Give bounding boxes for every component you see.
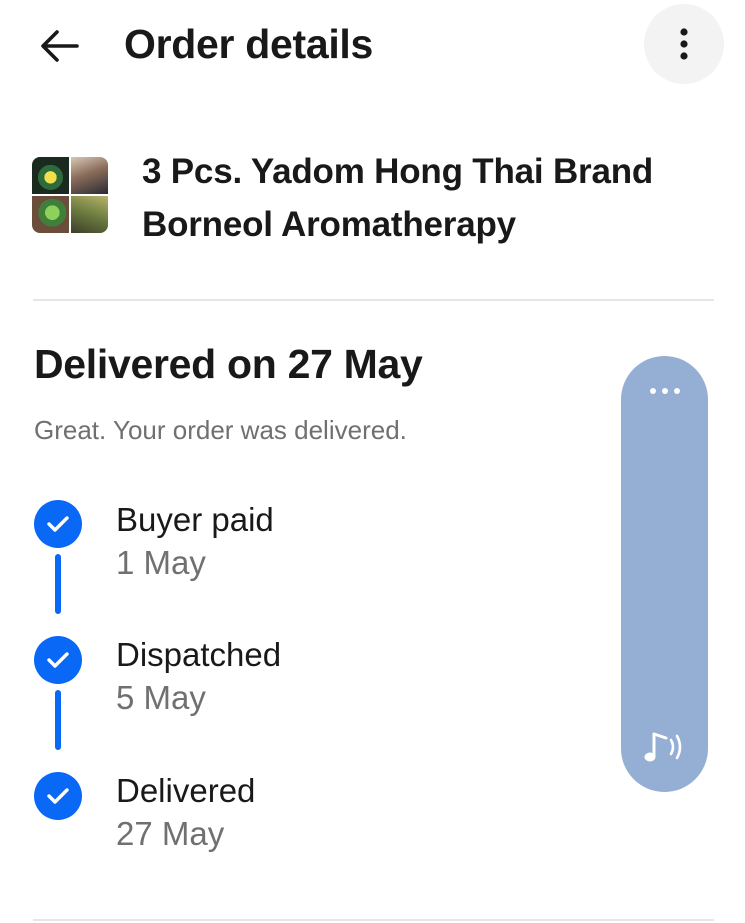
item-title-line: Borneol Aromatherapy	[142, 205, 516, 244]
timeline-connector	[55, 690, 61, 750]
divider	[33, 919, 714, 921]
delivery-status-heading: Delivered on 27 May	[34, 341, 423, 387]
delivery-status-message: Great. Your order was delivered.	[34, 415, 407, 445]
timeline-step-label: Delivered	[116, 772, 256, 809]
timeline-step-label: Dispatched	[116, 636, 282, 673]
item-title-line: 3 Pcs. Yadom Hong Thai Brand	[142, 152, 654, 191]
top-app-bar: Order details	[0, 0, 745, 90]
timeline-connector	[55, 554, 61, 614]
order-timeline: Buyer paid 1 May Dispatched 5 May Delive…	[0, 490, 600, 870]
timeline-step-date: 27 May	[116, 815, 225, 852]
back-button[interactable]	[36, 24, 82, 68]
thumbnail-tile	[32, 157, 69, 194]
music-note-sound-icon[interactable]	[638, 724, 690, 770]
order-item[interactable]: 3 Pcs. Yadom Hong Thai Brand Borneol Aro…	[32, 145, 722, 255]
arrow-left-icon	[41, 30, 79, 62]
thumbnail-tile	[71, 196, 108, 233]
check-circle-icon	[34, 500, 82, 548]
divider	[33, 299, 714, 301]
product-thumbnail[interactable]	[32, 157, 108, 233]
thumbnail-tile	[32, 196, 69, 233]
page-title: Order details	[124, 21, 374, 67]
more-options-button[interactable]	[644, 4, 724, 84]
timeline-step-date: 5 May	[116, 679, 206, 716]
check-circle-icon	[34, 772, 82, 820]
timeline-step-label: Buyer paid	[116, 501, 274, 538]
thumbnail-tile	[71, 157, 108, 194]
more-horizontal-icon[interactable]	[621, 388, 708, 394]
floating-side-panel[interactable]	[621, 356, 708, 792]
check-circle-icon	[34, 636, 82, 684]
item-title[interactable]: 3 Pcs. Yadom Hong Thai Brand Borneol Aro…	[142, 145, 722, 251]
order-details-screen: Order details 3 Pcs. Yadom Hong Thai Bra…	[0, 0, 745, 923]
timeline-step-date: 1 May	[116, 544, 206, 581]
more-vertical-icon	[680, 28, 688, 60]
